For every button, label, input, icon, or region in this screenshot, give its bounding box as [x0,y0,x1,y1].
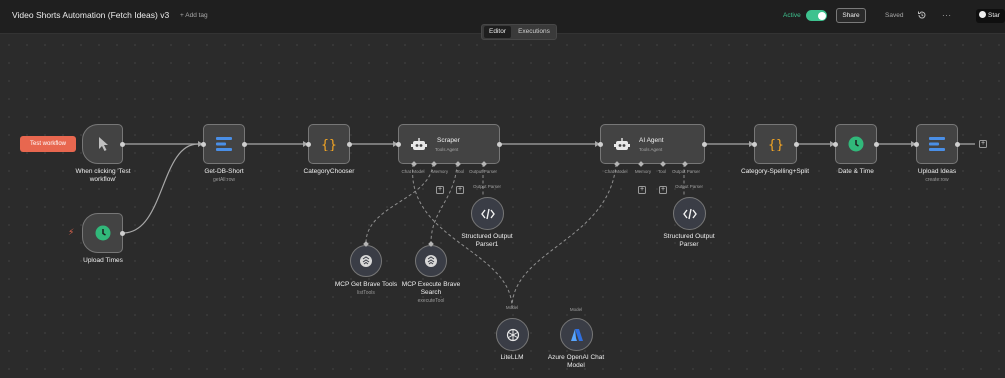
azure-icon [570,328,583,341]
category-split-node[interactable]: {} [752,124,799,164]
add-tool-button[interactable]: + [456,186,464,194]
date-time-label: Date & Time [838,168,874,175]
upload-times-node[interactable] [82,213,125,253]
port-label: Output Parser [468,169,498,174]
code-braces-icon: {} [321,138,337,151]
svg-text:{}: {} [768,138,784,151]
ai-agent-subtitle: Tools Agent [639,147,663,152]
port-label: Output Parser [671,169,701,174]
clock-icon [95,225,110,241]
upload-ideas-label: Upload Ideas [917,168,957,175]
manual-trigger-node[interactable] [82,124,125,164]
category-chooser-node[interactable]: {} [306,124,352,164]
structured-output-parser1-node[interactable] [471,197,504,230]
openai-icon [506,328,519,341]
test-workflow-button[interactable]: Test workflow [20,136,76,152]
connection-line [122,143,199,234]
mcp-execute-brave-search-node[interactable] [415,245,447,277]
category-split-label: Category-Spelling+Split [740,168,810,175]
get-db-short-sub: getAll:row [213,177,235,183]
input-port[interactable] [306,142,311,147]
output-port[interactable] [874,142,879,147]
svg-text:{}: {} [321,138,337,151]
litellm-top-label: Model [505,305,519,310]
get-db-short-node[interactable] [201,124,247,164]
port-label: Chat Model [401,169,425,174]
input-port[interactable] [396,142,401,147]
scraper-title: Scraper [437,137,460,144]
mcp-icon [425,255,437,267]
input-port[interactable] [752,142,757,147]
add-memory-button[interactable]: + [638,186,646,194]
parser2-top-label: Output Parser [674,184,704,189]
sub-connection [365,163,434,244]
scraper-subtitle: Tools Agent [435,147,459,152]
category-chooser-label: CategoryChooser [303,168,355,175]
input-port[interactable] [201,142,206,147]
azure-top-label: Model [569,307,583,312]
port-label: Memory [634,169,652,174]
output-port[interactable] [497,142,502,147]
structured-output-parser-node[interactable] [673,197,706,230]
add-memory-button[interactable]: + [436,186,444,194]
azure-label: Azure OpenAI Chat Model [547,354,605,369]
litellm-node[interactable] [496,318,529,351]
upload-times-label: Upload Times [83,257,123,264]
output-port[interactable] [120,231,125,236]
upload-ideas-node[interactable] [914,124,960,164]
sub-connection [511,163,617,309]
mcp-icon [360,255,372,267]
output-port[interactable] [242,142,247,147]
input-port[interactable] [833,142,838,147]
parser1-label: Structured Output Parser1 [461,233,513,248]
mcp-exec-sub: executeTool [417,298,445,304]
port-label: Chat Model [604,169,628,174]
clock-icon [848,136,864,152]
ai-agent-node[interactable]: AI Agent Tools Agent [598,124,707,167]
database-table-icon [216,137,232,151]
date-time-node[interactable] [833,124,879,164]
mcp-get-sub: listTools [357,290,375,296]
code-icon [480,208,495,219]
litellm-label: LiteLLM [500,354,524,361]
port-label: Tool [657,169,667,174]
sub-connection [430,163,458,244]
get-db-short-label: Get-DB-Short [204,168,244,175]
trigger-bolt-icon: ⚡ [68,227,75,237]
robot-icon [411,138,427,150]
output-port[interactable] [794,142,799,147]
database-table-icon [929,137,945,151]
ai-agent-title: AI Agent [639,137,664,144]
manual-trigger-label: When clicking 'Test workflow' [75,168,131,183]
parser2-label: Structured Output Parser [663,233,715,248]
port-label: Tool [455,169,465,174]
output-port[interactable] [347,142,352,147]
output-port[interactable] [955,142,960,147]
mcp-get-brave-tools-node[interactable] [350,245,382,277]
code-braces-icon: {} [768,138,784,151]
port-label: Memory [431,169,449,174]
code-icon [682,208,697,219]
parser1-top-label: Output Parser [472,184,502,189]
input-port[interactable] [914,142,919,147]
cursor-icon [98,137,108,151]
output-port[interactable] [702,142,707,147]
robot-icon [614,138,630,150]
upload-ideas-sub: create:row [925,177,949,183]
scraper-agent-node[interactable]: Scraper Tools Agent [396,124,502,167]
add-tool-button[interactable]: + [659,186,667,194]
add-next-node-button[interactable]: + [979,140,987,148]
mcp-get-label: MCP Get Brave Tools [334,281,398,288]
output-port[interactable] [120,142,125,147]
azure-openai-chat-model-node[interactable] [560,318,593,351]
input-port[interactable] [598,142,603,147]
mcp-exec-label: MCP Execute Brave Search [401,281,461,296]
